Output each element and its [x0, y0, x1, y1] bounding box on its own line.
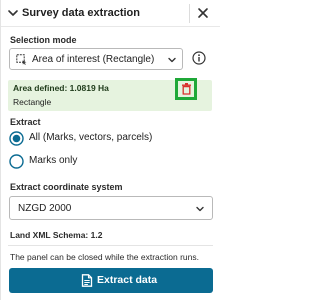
panel-note: The panel can be closed while the extrac… [10, 252, 200, 262]
area-defined-text: Area defined: 1.0819 Ha [13, 83, 109, 93]
chevron-down-icon [168, 57, 176, 63]
close-icon[interactable] [197, 7, 209, 19]
chevron-down-icon [196, 206, 204, 212]
radio-selected-icon [9, 131, 24, 146]
extract-data-label: Extract data [97, 274, 158, 286]
header-divider [189, 4, 190, 23]
trash-icon [182, 83, 191, 95]
schema-version: Land XML Schema: 1.2 [10, 230, 103, 240]
radio-marks-only-label: Marks only [29, 155, 78, 166]
selection-mode-label: Selection mode [10, 35, 77, 45]
coordinate-system-label: Extract coordinate system [10, 182, 123, 192]
radio-marks-only[interactable]: Marks only [9, 154, 209, 170]
survey-extraction-panel: Survey data extraction Selection mode Ar… [0, 0, 220, 300]
panel-header: Survey data extraction [1, 0, 220, 27]
divider [8, 245, 213, 246]
selection-mode-select[interactable]: Area of interest (Rectangle) [9, 48, 183, 70]
selection-mode-value: Area of interest (Rectangle) [32, 54, 155, 65]
coordinate-system-select[interactable]: NZGD 2000 [9, 196, 213, 220]
radio-all[interactable]: All (Marks, vectors, parcels) [9, 131, 209, 147]
radio-unselected-icon [9, 154, 24, 169]
coordinate-system-value: NZGD 2000 [18, 203, 72, 214]
rectangle-selection-icon [16, 54, 27, 65]
extract-label: Extract [10, 117, 41, 127]
panel-title: Survey data extraction [22, 7, 140, 19]
area-shape-text: Rectangle [13, 97, 52, 107]
radio-all-label: All (Marks, vectors, parcels) [29, 132, 153, 143]
info-icon[interactable] [192, 51, 206, 65]
delete-area-button[interactable] [175, 78, 197, 100]
extract-data-button[interactable]: Extract data [9, 268, 213, 293]
document-icon [81, 274, 93, 287]
chevron-down-icon[interactable] [7, 7, 19, 19]
